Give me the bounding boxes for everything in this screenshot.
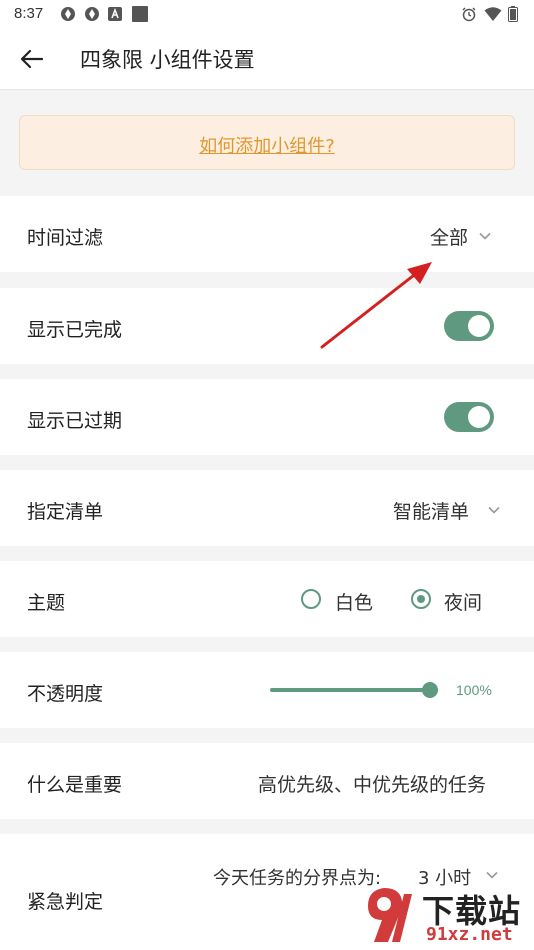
- theme-night-label[interactable]: 夜间: [444, 588, 482, 615]
- show-expired-row: 显示已过期: [0, 379, 534, 455]
- show-completed-label: 显示已完成: [27, 319, 123, 341]
- alarm-icon: [462, 7, 476, 22]
- show-completed-toggle[interactable]: [444, 311, 494, 341]
- watermark: 下载站 91xz.net: [358, 880, 534, 950]
- time-filter-label: 时间过滤: [27, 227, 104, 249]
- opacity-label: 不透明度: [27, 683, 104, 705]
- chevron-down-icon[interactable]: [478, 229, 492, 243]
- what-is-important-value[interactable]: 高优先级、中优先级的任务: [258, 770, 486, 797]
- app-notification-icon: [85, 7, 99, 21]
- what-is-important-row[interactable]: 什么是重要 高优先级、中优先级的任务: [0, 743, 534, 819]
- opacity-value: 100%: [456, 682, 492, 698]
- chevron-down-icon[interactable]: [487, 503, 501, 517]
- show-completed-row: 显示已完成: [0, 288, 534, 364]
- time-filter-row[interactable]: 时间过滤 全部: [0, 196, 534, 272]
- battery-icon: [508, 6, 518, 22]
- opacity-slider-track[interactable]: [270, 688, 432, 692]
- specify-list-value[interactable]: 智能清单: [393, 497, 469, 524]
- urgency-label: 紧急判定: [27, 891, 104, 913]
- show-expired-label: 显示已过期: [27, 410, 123, 432]
- opacity-row: 不透明度 100%: [0, 652, 534, 728]
- help-banner: 如何添加小组件?: [19, 115, 515, 170]
- status-bar: 8:37: [0, 0, 534, 28]
- urgency-boundary-text: 今天任务的分界点为:: [213, 868, 382, 889]
- page-title: 四象限 小组件设置: [80, 48, 255, 72]
- theme-white-radio[interactable]: [301, 589, 321, 609]
- specify-list-label: 指定清单: [27, 501, 104, 523]
- watermark-logo-icon: [368, 888, 412, 942]
- toggle-knob: [468, 315, 490, 337]
- app-bar: 四象限 小组件设置: [0, 28, 534, 90]
- theme-label: 主题: [27, 592, 66, 614]
- status-time: 8:37: [14, 5, 44, 22]
- watermark-url: 91xz.net: [426, 924, 513, 945]
- square-notification-icon: [132, 6, 148, 22]
- time-filter-value[interactable]: 全部: [430, 223, 468, 250]
- app-notification-icon: [61, 7, 75, 21]
- wifi-icon: [484, 7, 502, 21]
- what-is-important-label: 什么是重要: [27, 774, 123, 796]
- theme-night-radio[interactable]: [411, 589, 431, 609]
- how-to-add-widget-link[interactable]: 如何添加小组件?: [199, 132, 335, 158]
- show-expired-toggle[interactable]: [444, 402, 494, 432]
- specify-list-row[interactable]: 指定清单 智能清单: [0, 470, 534, 546]
- theme-row: 主题 白色 夜间: [0, 561, 534, 637]
- theme-white-label[interactable]: 白色: [335, 588, 373, 615]
- back-arrow-icon[interactable]: [18, 45, 46, 73]
- opacity-slider-thumb[interactable]: [422, 682, 438, 698]
- toggle-knob: [468, 406, 490, 428]
- a-notification-icon: [108, 7, 122, 21]
